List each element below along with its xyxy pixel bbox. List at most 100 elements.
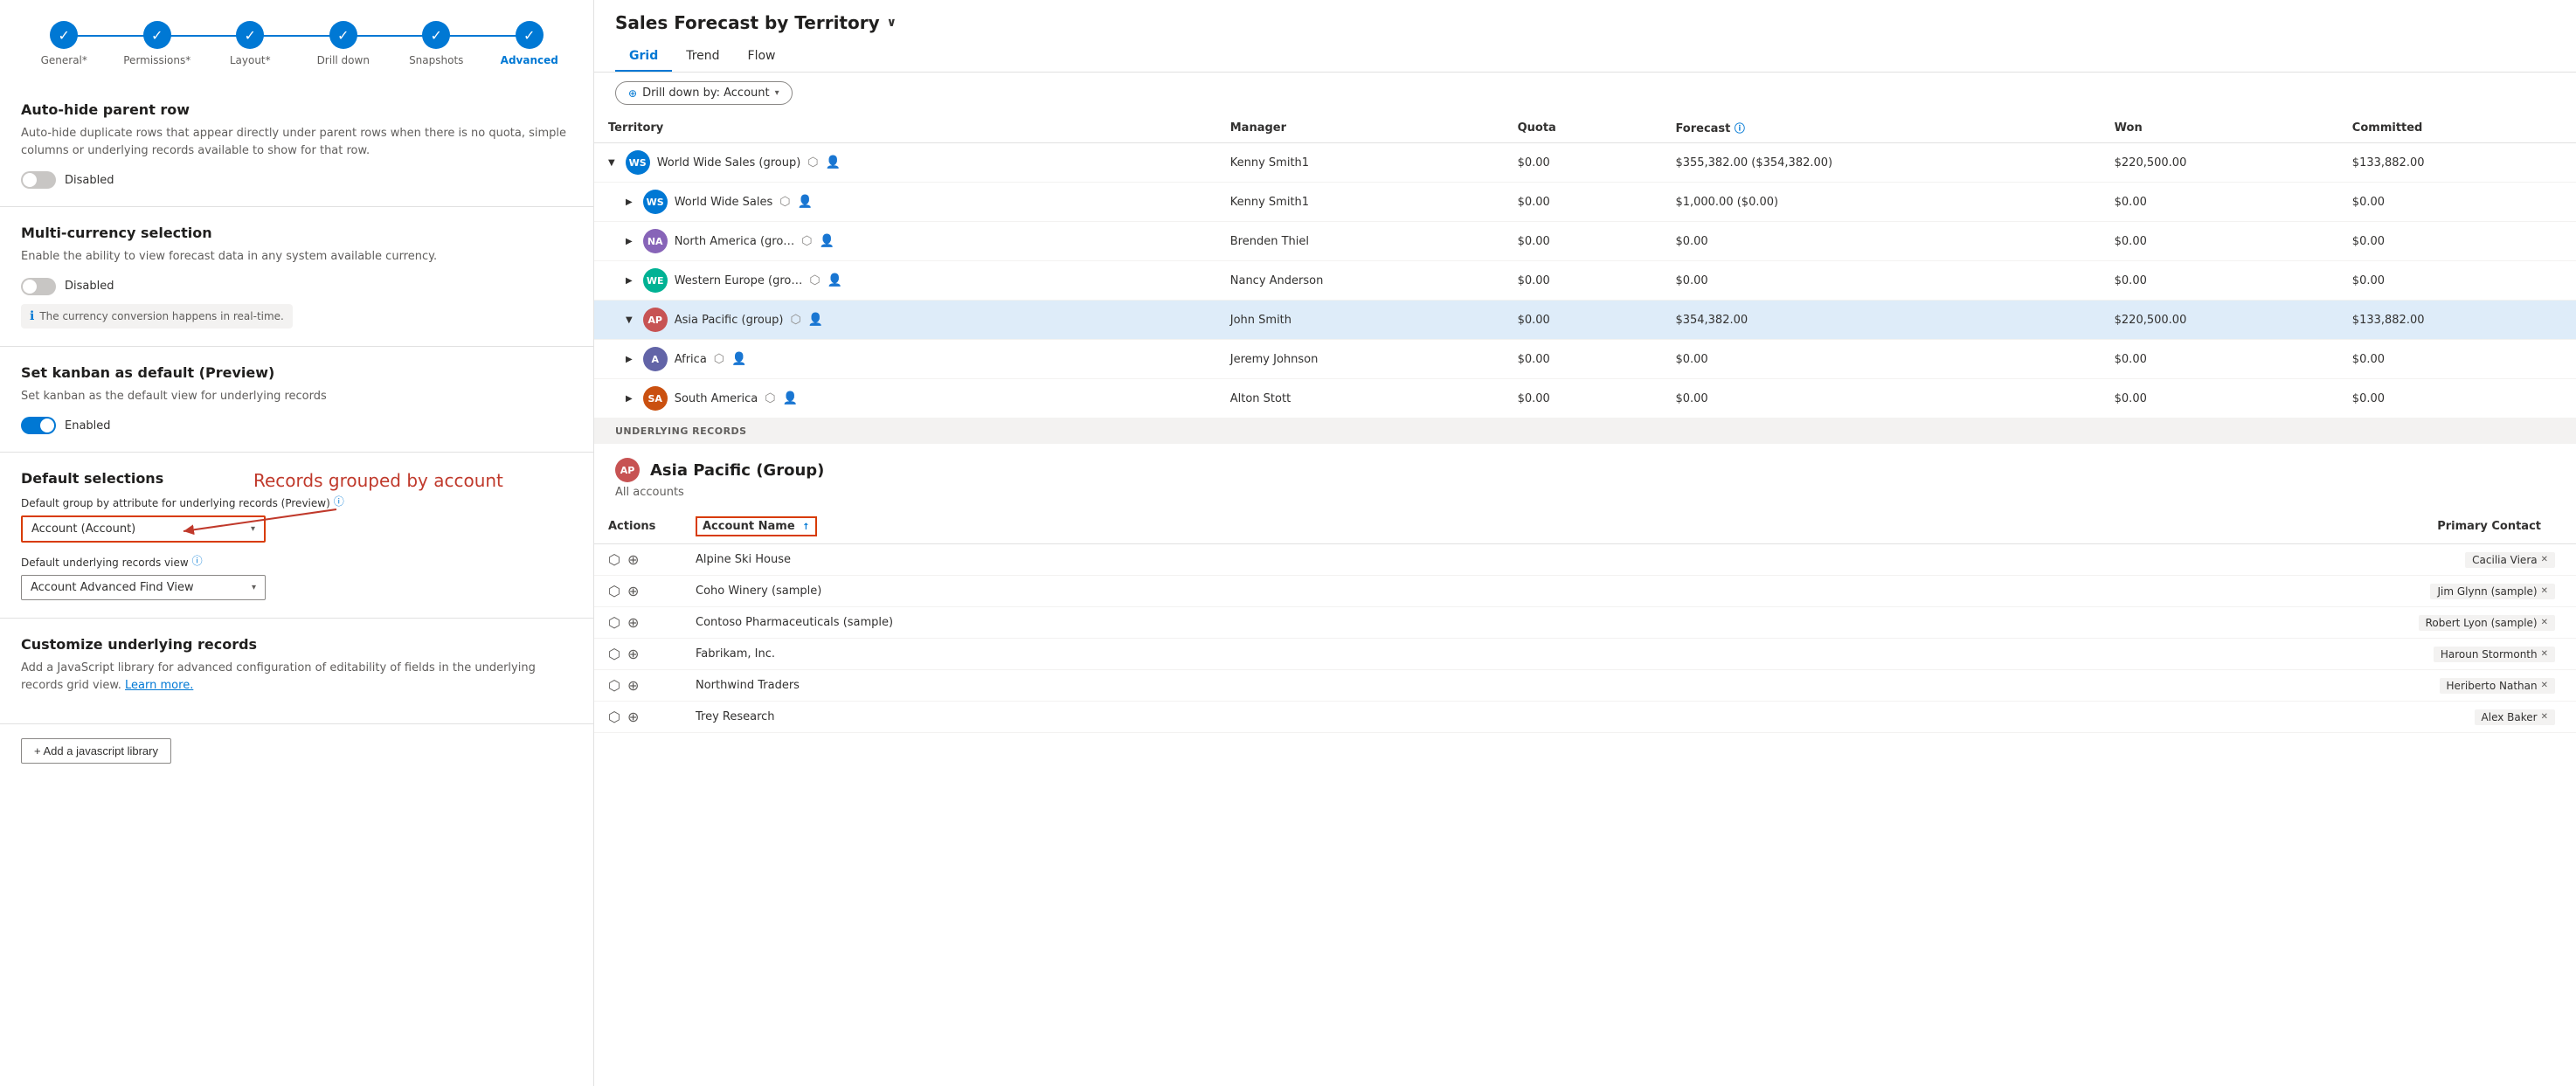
autohide-toggle[interactable] — [21, 171, 56, 189]
row-actions: ⬡ ⊕ — [594, 576, 682, 607]
step-permissions-label: Permissions* — [123, 54, 190, 66]
contact-name: Robert Lyon (sample) — [2426, 617, 2538, 629]
open-icon[interactable]: ⬡ — [608, 614, 620, 631]
step-permissions[interactable]: ✓ Permissions* — [111, 21, 204, 66]
more-icon[interactable]: ⊕ — [627, 677, 639, 694]
territory-avatar: A — [643, 347, 668, 371]
won-cell: $0.00 — [2101, 222, 2338, 261]
kanban-toggle[interactable] — [21, 417, 56, 434]
expand-button[interactable]: ▶ — [626, 197, 633, 207]
contact-name: Alex Baker — [2482, 711, 2538, 723]
quota-cell: $0.00 — [1504, 340, 1662, 379]
forecast-info-icon: ⓘ — [1735, 122, 1745, 135]
view-value: Account Advanced Find View — [31, 581, 194, 594]
add-javascript-button[interactable]: + Add a javascript library — [21, 738, 171, 764]
open-icon[interactable]: ⬡ — [608, 677, 620, 694]
forecast-row: ▼ WS World Wide Sales (group) ⬡ 👤 Kenny … — [594, 143, 2576, 183]
view-select[interactable]: Account Advanced Find View ▾ — [21, 575, 266, 600]
more-icon[interactable]: ⊕ — [627, 551, 639, 568]
forecast-row: ▼ AP Asia Pacific (group) ⬡ 👤 John Smith… — [594, 301, 2576, 340]
contact-tag: Cacilia Viera ✕ — [2465, 552, 2555, 568]
tag-close-button[interactable]: ✕ — [2541, 649, 2548, 659]
share-icon[interactable]: ⬡ — [714, 352, 724, 366]
contact-name: Jim Glynn (sample) — [2437, 585, 2537, 598]
expand-button[interactable]: ▼ — [608, 158, 615, 168]
kanban-title: Set kanban as default (Preview) — [21, 364, 572, 381]
expand-button[interactable]: ▶ — [626, 276, 633, 286]
autohide-section: Auto-hide parent row Auto-hide duplicate… — [0, 84, 593, 207]
more-icon[interactable]: ⊕ — [627, 709, 639, 725]
open-icon[interactable]: ⬡ — [608, 709, 620, 725]
more-icon[interactable]: ⊕ — [627, 583, 639, 599]
step-layout[interactable]: ✓ Layout* — [204, 21, 297, 66]
person-icon[interactable]: 👤 — [798, 195, 813, 209]
underlying-row: ⬡ ⊕ Contoso Pharmaceuticals (sample) Rob… — [594, 607, 2576, 639]
expand-button[interactable]: ▶ — [626, 237, 633, 246]
person-icon[interactable]: 👤 — [808, 313, 823, 327]
col-committed: Committed — [2338, 114, 2576, 143]
col-account-name: Account Name ↑ — [682, 509, 1757, 544]
person-icon[interactable]: 👤 — [782, 391, 797, 405]
step-snapshots[interactable]: ✓ Snapshots — [390, 21, 483, 66]
expand-button[interactable]: ▼ — [626, 315, 633, 325]
tab-grid[interactable]: Grid — [615, 42, 672, 72]
share-icon[interactable]: ⬡ — [801, 234, 812, 248]
group-by-value: Account (Account) — [31, 522, 135, 536]
person-icon[interactable]: 👤 — [731, 352, 746, 366]
committed-cell: $133,882.00 — [2338, 143, 2576, 183]
won-cell: $220,500.00 — [2101, 143, 2338, 183]
tab-flow[interactable]: Flow — [734, 42, 790, 72]
contact-tag: Jim Glynn (sample) ✕ — [2430, 584, 2555, 599]
person-icon[interactable]: 👤 — [828, 273, 842, 287]
forecast-title-chevron[interactable]: ∨ — [887, 16, 897, 30]
expand-button[interactable]: ▶ — [626, 394, 633, 404]
account-name-cell: Northwind Traders — [682, 670, 1757, 702]
step-advanced[interactable]: ✓ Advanced — [483, 21, 577, 66]
underlying-row: ⬡ ⊕ Alpine Ski House Cacilia Viera ✕ — [594, 544, 2576, 576]
multicurrency-toggle[interactable] — [21, 278, 56, 295]
quota-cell: $0.00 — [1504, 222, 1662, 261]
open-icon[interactable]: ⬡ — [608, 583, 620, 599]
autohide-title: Auto-hide parent row — [21, 101, 572, 118]
share-icon[interactable]: ⬡ — [809, 273, 820, 287]
tag-close-button[interactable]: ✕ — [2541, 586, 2548, 596]
quota-cell: $0.00 — [1504, 183, 1662, 222]
person-icon[interactable]: 👤 — [826, 156, 841, 169]
territory-name: World Wide Sales — [675, 196, 773, 209]
share-icon[interactable]: ⬡ — [790, 313, 800, 327]
multicurrency-toggle-row: Disabled — [21, 278, 572, 295]
step-general[interactable]: ✓ General* — [17, 21, 111, 66]
person-icon[interactable]: 👤 — [820, 234, 834, 248]
drill-down-button[interactable]: ⊕ Drill down by: Account ▾ — [615, 81, 793, 105]
tag-close-button[interactable]: ✕ — [2541, 712, 2548, 722]
territory-cell: ▶ A Africa ⬡ 👤 — [594, 340, 1216, 379]
learn-more-link[interactable]: Learn more. — [125, 679, 193, 692]
tag-close-button[interactable]: ✕ — [2541, 618, 2548, 627]
account-name-cell: Trey Research — [682, 702, 1757, 733]
underlying-row: ⬡ ⊕ Northwind Traders Heriberto Nathan ✕ — [594, 670, 2576, 702]
kanban-desc: Set kanban as the default view for under… — [21, 388, 572, 405]
sort-icon[interactable]: ↑ — [802, 522, 809, 532]
step-drilldown[interactable]: ✓ Drill down — [297, 21, 391, 66]
open-icon[interactable]: ⬡ — [608, 646, 620, 662]
more-icon[interactable]: ⊕ — [627, 614, 639, 631]
step-drilldown-label: Drill down — [317, 54, 370, 66]
contact-tag: Heriberto Nathan ✕ — [2440, 678, 2555, 694]
row-actions: ⬡ ⊕ — [594, 544, 682, 576]
manager-cell: Nancy Anderson — [1216, 261, 1504, 301]
share-icon[interactable]: ⬡ — [765, 391, 775, 405]
open-icon[interactable]: ⬡ — [608, 551, 620, 568]
right-panel: Sales Forecast by Territory ∨ Grid Trend… — [594, 0, 2576, 1086]
expand-button[interactable]: ▶ — [626, 355, 633, 364]
tab-trend[interactable]: Trend — [672, 42, 733, 72]
view-info-icon[interactable]: ⓘ — [192, 553, 203, 568]
step-general-label: General* — [41, 54, 87, 66]
tag-close-button[interactable]: ✕ — [2541, 555, 2548, 564]
tag-close-button[interactable]: ✕ — [2541, 681, 2548, 690]
forecast-cell: $0.00 — [1661, 379, 2100, 418]
more-icon[interactable]: ⊕ — [627, 646, 639, 662]
forecast-cell: $0.00 — [1661, 340, 2100, 379]
share-icon[interactable]: ⬡ — [779, 195, 790, 209]
share-icon[interactable]: ⬡ — [807, 156, 818, 169]
left-panel: ✓ General* ✓ Permissions* ✓ Layout* ✓ Dr… — [0, 0, 594, 1086]
